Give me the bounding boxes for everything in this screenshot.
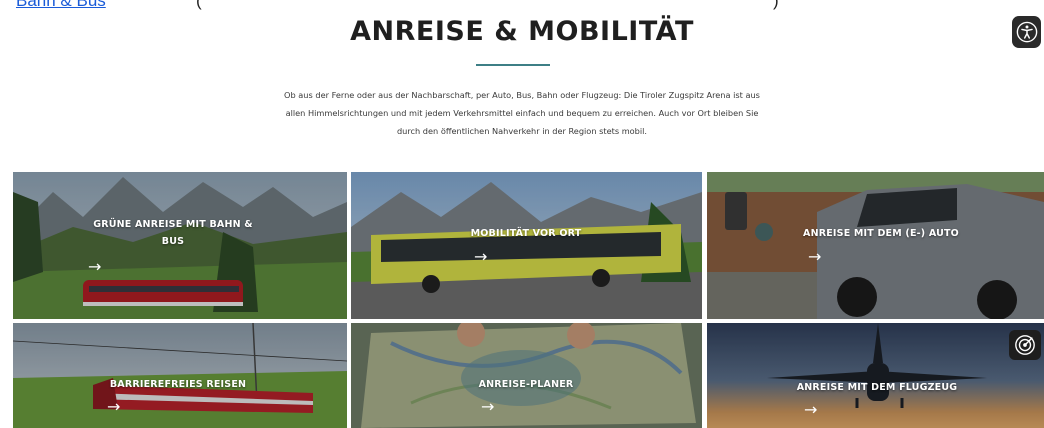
radar-icon: [1015, 335, 1035, 355]
tile-barrierefrei[interactable]: BARRIEREFREIES REISEN →: [13, 323, 347, 428]
paren-close: ): [773, 0, 779, 10]
title-divider: [476, 64, 550, 66]
paren-open: (: [196, 0, 202, 10]
tile-mobilitaet-vor-ort[interactable]: MOBILITÄT VOR ORT →: [351, 172, 702, 319]
tile-label: ANREISE-PLANER: [478, 379, 574, 390]
tile-label: GRÜNE ANREISE MIT BAHN & BUS: [93, 219, 253, 247]
arrow-right-icon: →: [481, 397, 495, 416]
arrow-right-icon: →: [107, 397, 121, 416]
arrow-right-icon: →: [474, 247, 488, 266]
tile-label: BARRIEREFREIES REISEN: [109, 379, 247, 390]
arrow-right-icon: →: [88, 257, 102, 276]
tile-e-auto[interactable]: ANREISE MIT DEM (E-) AUTO →: [707, 172, 1044, 319]
arrow-right-icon: →: [804, 400, 818, 419]
arrow-right-icon: →: [808, 247, 822, 266]
tile-label: MOBILITÄT VOR ORT: [470, 228, 582, 239]
tile-label: ANREISE MIT DEM (E-) AUTO: [803, 228, 959, 239]
image-shade: [707, 323, 1044, 428]
tile-anreise-planer[interactable]: ANREISE-PLANER →: [351, 323, 702, 428]
tile-label: ANREISE MIT DEM FLUGZEUG: [796, 382, 958, 393]
tile-gruene-anreise[interactable]: GRÜNE ANREISE MIT BAHN & BUS →: [13, 172, 347, 319]
top-partial-line: Bahn & Bus ( ): [0, 0, 1044, 12]
intro-text: Ob aus der Ferne oder aus der Nachbarsch…: [284, 90, 760, 136]
radar-button[interactable]: [1009, 330, 1041, 360]
tile-flugzeug[interactable]: ANREISE MIT DEM FLUGZEUG →: [707, 323, 1044, 428]
bahn-bus-link[interactable]: Bahn & Bus: [16, 0, 106, 11]
image-shade: [707, 172, 1044, 319]
page-title: ANREISE & MOBILITÄT: [350, 16, 694, 47]
image-shade: [351, 172, 702, 319]
